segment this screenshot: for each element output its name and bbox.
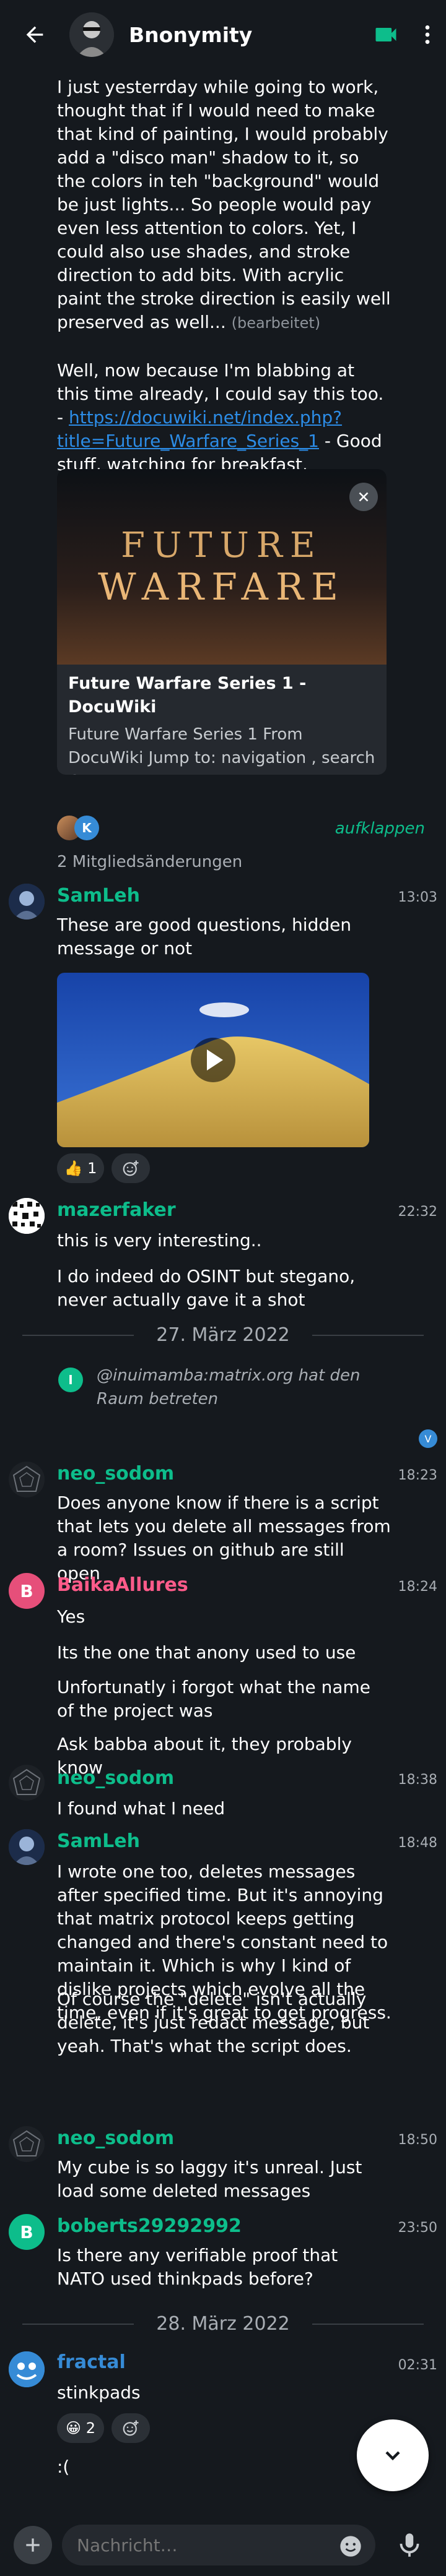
day-separator-label: 28. März 2022 [156, 2313, 290, 2335]
arrow-left-icon [26, 26, 43, 43]
add-reaction-icon [123, 2420, 139, 2436]
day-separator: 27. März 2022 [0, 1324, 446, 1346]
timestamp: 18:50 [398, 2132, 437, 2148]
message-text[interactable]: this is very interesting.. [57, 1229, 391, 1252]
sender-name[interactable]: SamLeh [57, 1830, 140, 1852]
reaction-count: 2 [85, 2419, 95, 2437]
room-header: Bnonymity [0, 0, 446, 69]
message-composer [0, 2514, 446, 2576]
sender-name[interactable]: neo_sodom [57, 1463, 174, 1484]
member-changes-summary[interactable]: 2 Mitgliedsänderungen [57, 850, 242, 874]
add-reaction-button[interactable] [112, 2413, 150, 2443]
timestamp: 23:50 [398, 2220, 437, 2236]
avatar[interactable] [9, 1765, 45, 1801]
chevron-down-icon [385, 2451, 400, 2461]
message-text[interactable]: stinkpads [57, 2381, 391, 2405]
message-text[interactable]: These are good questions, hidden message… [57, 913, 354, 960]
sender-name[interactable]: mazerfaker [57, 1199, 176, 1221]
close-preview-button[interactable] [349, 483, 378, 511]
close-icon [359, 492, 369, 502]
message-text[interactable]: I do indeed do OSINT but stegano, never … [57, 1265, 391, 1312]
message-text[interactable]: I just yesterrday while going to work, t… [57, 75, 391, 335]
message-link[interactable]: https://docuwiki.net/index.php?title=Fut… [57, 407, 342, 451]
reaction-chip[interactable]: 👍 1 [57, 1153, 104, 1183]
plus-icon [26, 2538, 40, 2552]
attach-button[interactable] [14, 2526, 52, 2564]
url-preview-description: Future Warfare Series 1 From DocuWiki Ju… [68, 725, 375, 775]
room-title[interactable]: Bnonymity [129, 23, 363, 47]
room-avatar[interactable] [69, 12, 114, 57]
reaction-emoji: 👍 [64, 1160, 83, 1177]
avatar[interactable] [9, 1198, 45, 1234]
timestamp: 18:38 [398, 1772, 437, 1788]
sender-name[interactable]: fractal [57, 2351, 126, 2373]
more-vertical-icon [425, 25, 430, 44]
member-avatars: K [57, 816, 102, 843]
avatar[interactable] [9, 2351, 45, 2387]
avatar[interactable] [9, 2126, 45, 2162]
avatar[interactable] [9, 1829, 45, 1865]
edited-marker: (bearbeitet) [231, 314, 321, 332]
day-separator: 28. März 2022 [0, 2313, 446, 2335]
reaction-emoji: 😀 [66, 2419, 82, 2437]
back-button[interactable] [0, 0, 69, 69]
avatar: K [74, 816, 99, 840]
video-camera-icon [375, 28, 396, 41]
video-call-button[interactable] [363, 12, 409, 58]
message-text[interactable]: :( [57, 2455, 391, 2479]
message-text[interactable]: I found what I need [57, 1797, 391, 1820]
timestamp: 22:32 [398, 1204, 437, 1220]
add-reaction-icon [123, 1160, 139, 1176]
preview-banner-text: WARFARE [98, 565, 346, 609]
message-text[interactable]: Of course the "delete" isn't actually de… [57, 1988, 391, 2058]
message-input[interactable] [62, 2525, 375, 2565]
url-preview-image: FUTURE WARFARE [57, 469, 387, 665]
url-preview-title: Future Warfare Series 1 - DocuWiki [68, 674, 307, 717]
reaction-count: 1 [87, 1160, 97, 1177]
sender-name[interactable]: neo_sodom [57, 2127, 174, 2149]
day-separator-label: 27. März 2022 [156, 1324, 290, 1346]
event-avatar: I [58, 1368, 83, 1392]
scroll-to-bottom-button[interactable] [357, 2419, 429, 2491]
sender-name[interactable]: BaikaAllures [57, 1574, 188, 1596]
timestamp: 18:23 [398, 1468, 437, 1483]
reaction-chip[interactable]: 😀 2 [57, 2413, 104, 2443]
read-receipt[interactable]: V [419, 1429, 437, 1448]
message-text[interactable]: Unfortunatly i forgot what the name of t… [57, 1676, 391, 1723]
preview-banner-text: FUTURE [121, 525, 323, 566]
avatar[interactable] [9, 1462, 45, 1497]
video-thumbnail[interactable] [57, 973, 369, 1147]
sender-name[interactable]: neo_sodom [57, 1767, 174, 1789]
sender-name[interactable]: boberts29292992 [57, 2215, 242, 2237]
membership-event[interactable]: @inuimamba:matrix.org hat den Raum betre… [97, 1364, 369, 1411]
add-reaction-button[interactable] [112, 1153, 150, 1183]
message-text[interactable]: Well, now because I'm blabbing at this t… [57, 359, 391, 476]
expand-link[interactable]: aufklappen [335, 819, 425, 838]
message-text[interactable]: Does anyone know if there is a script th… [57, 1491, 391, 1585]
timestamp: 18:48 [398, 1835, 437, 1851]
avatar[interactable]: B [9, 2214, 45, 2250]
microphone-icon[interactable] [394, 2530, 425, 2561]
avatar[interactable] [9, 884, 45, 920]
url-preview-card[interactable]: FUTURE WARFARE Future Warfare Series 1 -… [57, 469, 387, 775]
avatar[interactable]: B [9, 1573, 45, 1609]
message-text[interactable]: Is there any verifiable proof that NATO … [57, 2244, 379, 2291]
emoji-icon[interactable] [338, 2534, 363, 2559]
timestamp: 02:31 [398, 2358, 437, 2373]
message-text[interactable]: Its the one that anony used to use [57, 1641, 391, 1665]
sender-name[interactable]: SamLeh [57, 885, 140, 907]
timestamp: 18:24 [398, 1579, 437, 1595]
message-text[interactable]: My cube is so laggy it's unreal. Just lo… [57, 2156, 391, 2203]
more-options-button[interactable] [409, 12, 446, 58]
message-content: I just yesterrday while going to work, t… [57, 77, 391, 332]
timestamp: 13:03 [398, 890, 437, 905]
message-text[interactable]: Yes [57, 1605, 391, 1629]
